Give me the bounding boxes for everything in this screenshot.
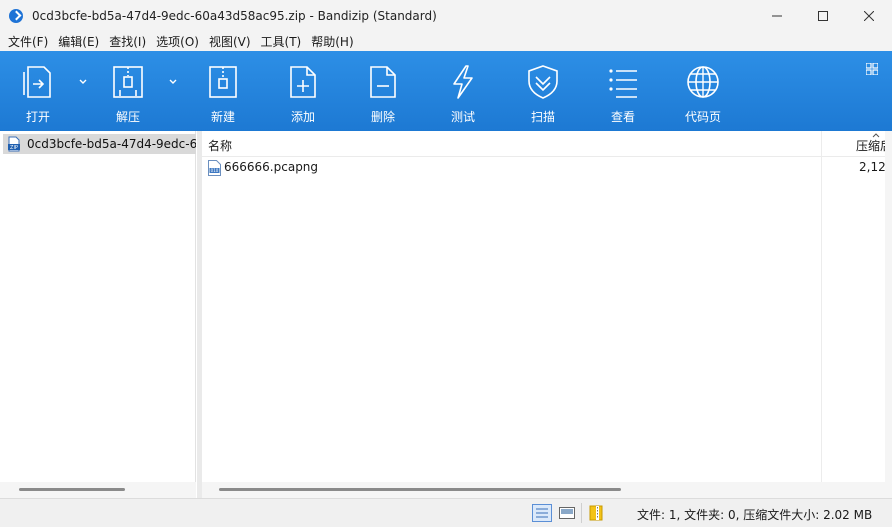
menu-edit[interactable]: 编辑(E) [53,33,104,50]
list-scroll-thumb[interactable] [219,488,621,491]
delete-file-icon [370,66,396,98]
details-view-icon[interactable] [532,504,552,522]
test-button[interactable]: 测试 [433,51,493,131]
maximize-button[interactable] [800,0,846,31]
view-list-icon [609,69,637,98]
test-label: 测试 [450,110,475,124]
menu-view[interactable]: 视图(V) [204,33,256,50]
file-list-header: 名称 压缩后 [202,131,892,157]
extract-button[interactable]: 解压 [98,51,158,131]
delete-label: 删除 [370,110,395,124]
file-name: 666666.pcapng [224,160,319,174]
scan-shield-icon [528,65,558,99]
column-divider[interactable] [821,131,822,498]
status-separator [581,503,582,523]
menu-file[interactable]: 文件(F) [3,33,53,50]
close-icon [864,10,874,21]
minimize-button[interactable] [754,0,800,31]
menu-tools[interactable]: 工具(T) [256,33,307,50]
delete-button[interactable]: 删除 [353,51,413,131]
scan-button[interactable]: 扫描 [513,51,573,131]
list-vertical-scrollbar[interactable] [885,131,892,498]
toolbar: 打开 解压 新建 添加 删除 测试 扫描 查看 代码页 [0,51,892,131]
thumbnail-view-icon[interactable] [557,504,577,522]
file-list-pane: 名称 压缩后 010 666666.pcapng 2,121 [202,131,892,498]
svg-text:ZIP: ZIP [10,145,18,151]
archive-info-icon[interactable] [587,504,607,522]
layout-grid-icon[interactable] [866,63,878,75]
view-label: 查看 [610,110,635,124]
open-label: 打开 [25,110,50,124]
open-button[interactable]: 打开 [8,51,68,131]
svg-text:010: 010 [211,168,219,173]
codepage-globe-icon [687,66,719,98]
menu-options[interactable]: 选项(O) [151,33,204,50]
window-controls [754,0,892,31]
pcapng-file-icon: 010 [208,160,221,176]
status-bar: 文件: 1, 文件夹: 0, 压缩文件大小: 2.02 MB [0,498,892,527]
tree-item-label: 0cd3bcfe-bd5a-47d4-9edc-60a43d58ac95.zip [27,137,196,151]
test-lightning-icon [453,65,473,99]
list-horizontal-scrollbar[interactable] [202,482,885,498]
file-row[interactable]: 010 666666.pcapng 2,121 [202,158,892,178]
add-label: 添加 [290,110,315,124]
add-file-icon [290,66,316,98]
add-button[interactable]: 添加 [273,51,333,131]
menu-bar: 文件(F) 编辑(E) 查找(I) 选项(O) 视图(V) 工具(T) 帮助(H… [0,31,892,51]
extract-label: 解压 [115,110,140,124]
scan-label: 扫描 [530,110,555,124]
extract-zipper-icon [113,66,143,98]
window-title: 0cd3bcfe-bd5a-47d4-9edc-60a43d58ac95.zip… [32,8,437,23]
open-dropdown-chevron-icon[interactable] [78,77,88,87]
bandizip-app-icon [9,8,23,23]
new-archive-icon [209,66,237,98]
extract-dropdown-chevron-icon[interactable] [168,77,178,87]
status-summary: 文件: 1, 文件夹: 0, 压缩文件大小: 2.02 MB [637,508,873,522]
maximize-icon [818,10,828,21]
new-button[interactable]: 新建 [193,51,253,131]
codepage-label: 代码页 [684,110,721,124]
column-name-header[interactable]: 名称 [208,137,232,154]
minimize-icon [772,15,782,16]
zip-file-icon: ZIP [8,136,20,152]
tree-item-archive[interactable]: ZIP 0cd3bcfe-bd5a-47d4-9edc-60a43d58ac95… [3,134,196,154]
open-archive-icon [23,66,51,98]
title-bar: 0cd3bcfe-bd5a-47d4-9edc-60a43d58ac95.zip… [0,0,892,31]
view-button[interactable]: 查看 [593,51,653,131]
folder-tree-pane: ZIP 0cd3bcfe-bd5a-47d4-9edc-60a43d58ac95… [0,131,196,498]
close-button[interactable] [846,0,892,31]
menu-find[interactable]: 查找(I) [104,33,151,50]
codepage-button[interactable]: 代码页 [673,51,733,131]
new-label: 新建 [210,110,235,124]
menu-help[interactable]: 帮助(H) [306,33,358,50]
tree-scroll-thumb[interactable] [19,488,125,491]
tree-horizontal-scrollbar[interactable] [0,482,196,498]
